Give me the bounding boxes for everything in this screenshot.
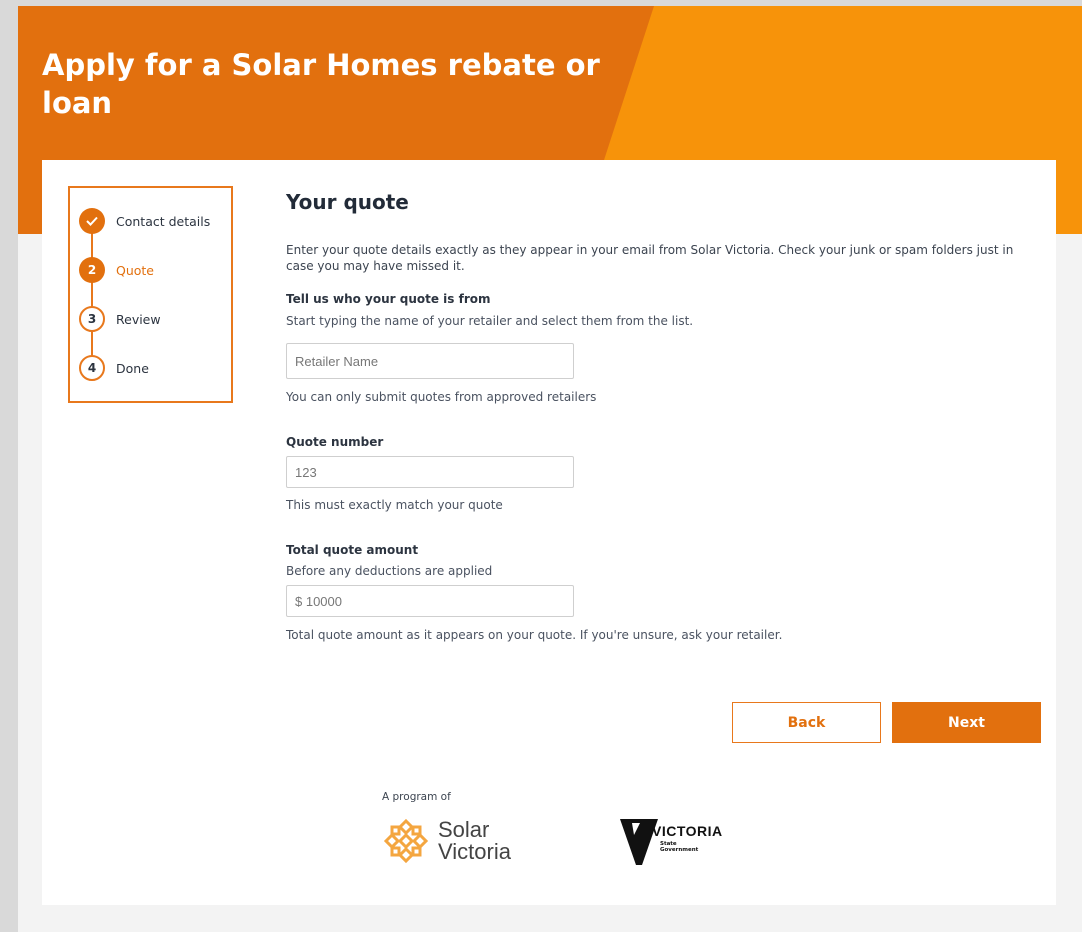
- page-title: Apply for a Solar Homes rebate or loan: [42, 48, 600, 120]
- solar-victoria-logo: Solar Victoria: [382, 817, 511, 865]
- solar-sun-icon: [383, 818, 429, 864]
- step-number-badge: 4: [79, 355, 105, 381]
- section-heading: Your quote: [286, 190, 409, 214]
- total-amount-label: Total quote amount: [286, 543, 419, 557]
- step-quote[interactable]: 2 Quote: [79, 257, 154, 283]
- quote-number-label: Quote number: [286, 435, 384, 449]
- step-review[interactable]: 3 Review: [79, 306, 161, 332]
- victoria-state-government-logo: VICTORIA State Government: [620, 817, 723, 865]
- solar-logo-line1: Solar: [438, 817, 490, 842]
- quote-number-note: This must exactly match your quote: [286, 498, 503, 512]
- step-label: Contact details: [116, 213, 211, 229]
- check-icon: [79, 208, 105, 234]
- step-label: Review: [116, 311, 161, 327]
- step-done[interactable]: 4 Done: [79, 355, 149, 381]
- total-amount-input[interactable]: [286, 585, 574, 617]
- progress-stepper: Contact details 2 Quote 3 Review 4 Done: [68, 186, 233, 403]
- retailer-label: Tell us who your quote is from: [286, 292, 491, 306]
- step-label: Done: [116, 360, 149, 376]
- stepper-connector-line: [91, 226, 93, 366]
- state-government-text: State Government: [660, 841, 698, 853]
- total-amount-hint: Before any deductions are applied: [286, 564, 493, 578]
- next-button[interactable]: Next: [892, 702, 1041, 743]
- step-label: Quote: [116, 262, 155, 278]
- victoria-wordmark: VICTORIA: [652, 823, 723, 839]
- program-of-label: A program of: [382, 791, 451, 803]
- solar-logo-line2: Victoria: [438, 839, 511, 864]
- form-card: Contact details 2 Quote 3 Review 4 Done …: [42, 160, 1056, 905]
- form-intro-text: Enter your quote details exactly as they…: [286, 243, 1014, 273]
- government-text: Government: [660, 847, 699, 853]
- retailer-note: You can only submit quotes from approved…: [286, 390, 597, 404]
- back-button[interactable]: Back: [732, 702, 881, 743]
- retailer-name-input[interactable]: [286, 343, 574, 379]
- step-number-badge: 3: [79, 306, 105, 332]
- total-amount-note: Total quote amount as it appears on your…: [286, 628, 783, 642]
- step-contact-details[interactable]: Contact details: [79, 208, 210, 234]
- page: Apply for a Solar Homes rebate or loan C…: [18, 6, 1082, 932]
- step-number-badge: 2: [79, 257, 105, 283]
- quote-number-input[interactable]: [286, 456, 574, 488]
- quote-form: Your quote Enter your quote details exac…: [286, 190, 1026, 642]
- retailer-hint: Start typing the name of your retailer a…: [286, 314, 694, 328]
